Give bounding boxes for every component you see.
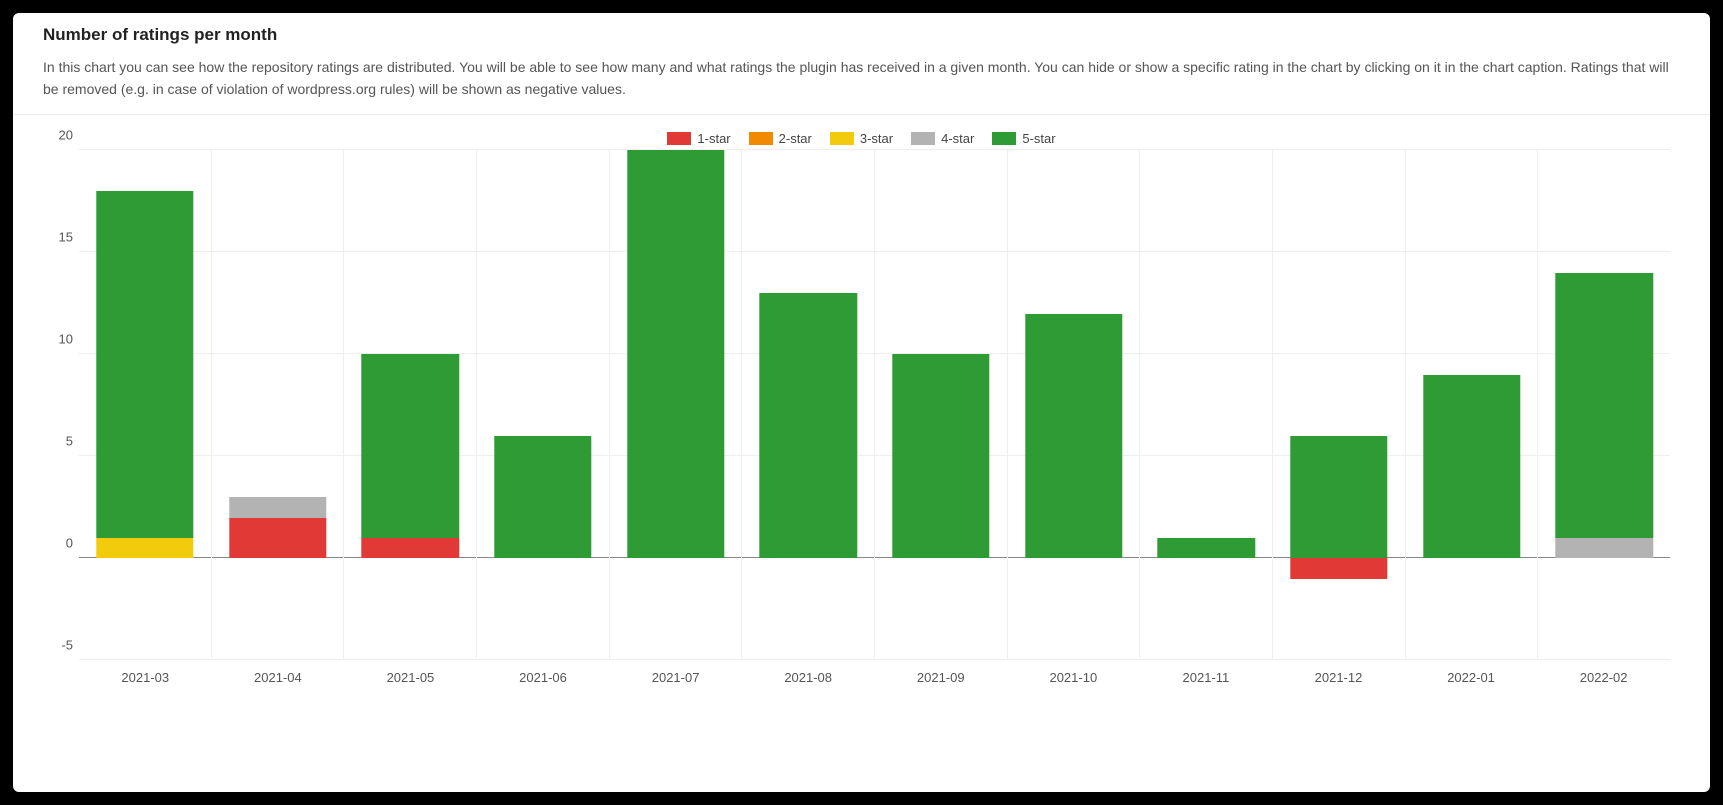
legend-swatch-2-star <box>749 132 773 145</box>
bar-segment-5-star[interactable] <box>361 354 458 538</box>
legend-item-5-star[interactable]: 5-star <box>992 131 1055 146</box>
bar-segment-4-star[interactable] <box>1556 538 1653 558</box>
bar-segment-1-star[interactable] <box>1290 558 1387 578</box>
legend-label-5-star: 5-star <box>1022 131 1055 146</box>
x-tick-label: 2021-09 <box>874 670 1007 685</box>
bar-segment-5-star[interactable] <box>892 354 989 558</box>
y-tick-label: 5 <box>66 434 73 449</box>
legend-label-4-star: 4-star <box>941 131 974 146</box>
bar-stack[interactable] <box>627 150 724 660</box>
bar-segment-5-star[interactable] <box>1157 538 1254 558</box>
y-axis: -505101520 <box>43 150 79 660</box>
bar-stack[interactable] <box>759 150 856 660</box>
bar-stack[interactable] <box>1290 150 1387 660</box>
bar-segment-5-star[interactable] <box>1423 375 1520 559</box>
bar-stack[interactable] <box>96 150 193 660</box>
chart-bars <box>79 150 1670 660</box>
legend-item-3-star[interactable]: 3-star <box>830 131 893 146</box>
x-axis: 2021-032021-042021-052021-062021-072021-… <box>79 660 1670 685</box>
bar-stack[interactable] <box>361 150 458 660</box>
x-tick-label: 2021-06 <box>477 670 610 685</box>
x-tick-label: 2021-05 <box>344 670 477 685</box>
bar-slot <box>79 150 212 660</box>
bar-stack[interactable] <box>494 150 591 660</box>
bar-segment-5-star[interactable] <box>627 150 724 558</box>
app-frame: Number of ratings per month In this char… <box>0 0 1723 805</box>
bar-slot <box>477 150 610 660</box>
chart-card: Number of ratings per month In this char… <box>13 13 1710 792</box>
legend-label-3-star: 3-star <box>860 131 893 146</box>
bar-segment-5-star[interactable] <box>1290 436 1387 558</box>
bar-segment-5-star[interactable] <box>1025 314 1122 559</box>
legend-item-4-star[interactable]: 4-star <box>911 131 974 146</box>
x-tick-label: 2021-12 <box>1272 670 1405 685</box>
bar-segment-5-star[interactable] <box>759 293 856 558</box>
legend-item-1-star[interactable]: 1-star <box>667 131 730 146</box>
bar-slot <box>875 150 1008 660</box>
chart-legend: 1-star 2-star 3-star 4-star 5-star <box>43 125 1680 150</box>
y-tick-label: 20 <box>59 128 73 143</box>
bar-segment-5-star[interactable] <box>1556 273 1653 538</box>
chart-plot-area: -505101520 <box>79 150 1670 660</box>
x-tick-label: 2021-08 <box>742 670 875 685</box>
bar-stack[interactable] <box>1025 150 1122 660</box>
y-tick-label: 0 <box>66 536 73 551</box>
bar-slot <box>344 150 477 660</box>
legend-swatch-5-star <box>992 132 1016 145</box>
x-tick-label: 2022-01 <box>1405 670 1538 685</box>
x-tick-label: 2021-04 <box>212 670 345 685</box>
bar-slot <box>212 150 345 660</box>
bar-segment-5-star[interactable] <box>96 191 193 538</box>
bar-segment-4-star[interactable] <box>229 497 326 517</box>
card-description: In this chart you can see how the reposi… <box>43 57 1680 100</box>
card-title: Number of ratings per month <box>43 25 1680 45</box>
legend-swatch-3-star <box>830 132 854 145</box>
y-tick-label: 15 <box>59 230 73 245</box>
x-tick-label: 2022-02 <box>1537 670 1670 685</box>
bar-stack[interactable] <box>892 150 989 660</box>
bar-segment-3-star[interactable] <box>96 538 193 558</box>
y-tick-label: -5 <box>61 638 73 653</box>
bar-stack[interactable] <box>1556 150 1653 660</box>
legend-swatch-1-star <box>667 132 691 145</box>
legend-swatch-4-star <box>911 132 935 145</box>
legend-item-2-star[interactable]: 2-star <box>749 131 812 146</box>
x-tick-label: 2021-11 <box>1140 670 1273 685</box>
bar-stack[interactable] <box>1157 150 1254 660</box>
x-tick-label: 2021-03 <box>79 670 212 685</box>
bar-segment-1-star[interactable] <box>229 518 326 559</box>
x-tick-label: 2021-07 <box>609 670 742 685</box>
bar-slot <box>1406 150 1539 660</box>
chart-container: 1-star2-star3-star4-star5-star -50510152… <box>13 115 1710 792</box>
card-header: Number of ratings per month In this char… <box>13 13 1710 115</box>
bar-stack[interactable] <box>229 150 326 660</box>
bar-slot <box>1008 150 1141 660</box>
bar-segment-1-star[interactable] <box>361 538 458 558</box>
y-tick-label: 10 <box>59 332 73 347</box>
bar-slot <box>742 150 875 660</box>
bar-slot <box>610 150 743 660</box>
legend-label-1-star: 1-star <box>697 131 730 146</box>
bar-stack[interactable] <box>1423 150 1520 660</box>
legend-label-2-star: 2-star <box>779 131 812 146</box>
x-tick-label: 2021-10 <box>1007 670 1140 685</box>
bar-slot <box>1273 150 1406 660</box>
bar-segment-5-star[interactable] <box>494 436 591 558</box>
bar-slot <box>1140 150 1273 660</box>
bar-slot <box>1538 150 1670 660</box>
